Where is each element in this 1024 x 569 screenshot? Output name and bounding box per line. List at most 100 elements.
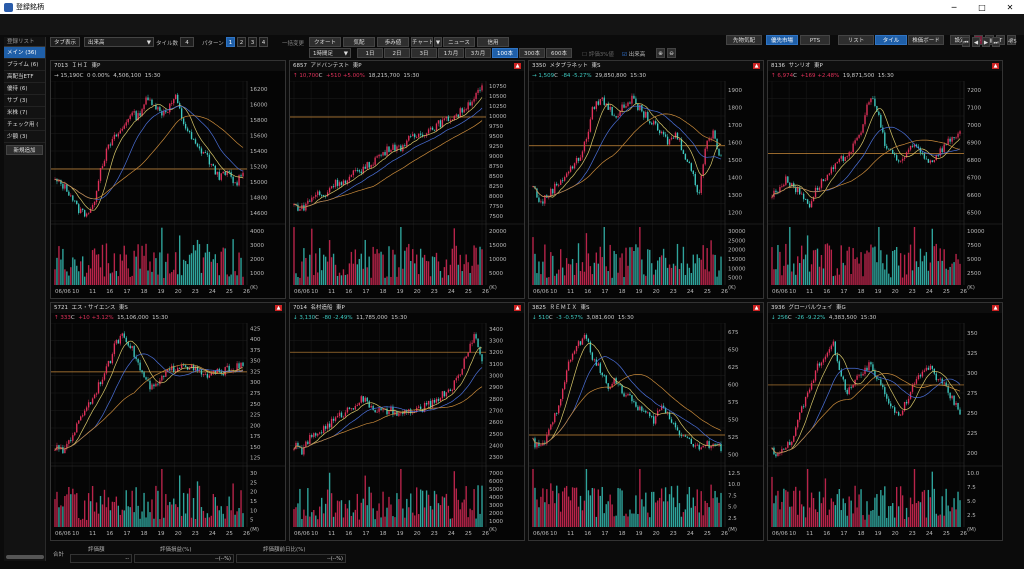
- alert-icon[interactable]: ▲: [753, 305, 760, 311]
- ita-button[interactable]: 気配: [343, 37, 375, 47]
- volume-bar: [773, 269, 775, 285]
- candlestick-chart[interactable]: 1620016000158001560015400152001500014800…: [51, 81, 285, 298]
- view-board-button[interactable]: 株価ボード: [908, 35, 944, 45]
- period-600-button[interactable]: 600本: [546, 48, 572, 58]
- volume-bar: [72, 488, 74, 527]
- sidebar-item-yutai[interactable]: 優待 (6): [4, 83, 45, 95]
- volume-checkbox[interactable]: ☑ 出来高: [622, 50, 645, 58]
- candle-body: [317, 433, 319, 436]
- volume-bar: [402, 268, 404, 285]
- chart-button[interactable]: チャート: [411, 37, 433, 47]
- sidebar-item-sub[interactable]: サブ (3): [4, 95, 45, 107]
- volume-bar: [380, 251, 382, 285]
- pattern-1-button[interactable]: 1: [226, 37, 235, 47]
- candle-body: [101, 379, 104, 385]
- candle-body: [449, 120, 452, 122]
- pattern-label: パターン: [202, 41, 224, 47]
- period-2d-button[interactable]: 2日: [384, 48, 410, 58]
- futures-quote-button[interactable]: 先物気配: [726, 35, 762, 45]
- alert-icon[interactable]: ▲: [514, 305, 521, 311]
- zoom-reset-icon[interactable]: ⊖: [667, 48, 676, 58]
- pts-button[interactable]: PTS: [800, 35, 830, 45]
- news-button[interactable]: ニュース: [443, 37, 475, 47]
- minimize-button[interactable]: ─: [940, 3, 968, 12]
- candle-body: [457, 375, 459, 379]
- sidebar-scrollbar[interactable]: [6, 555, 44, 559]
- stock-tile[interactable]: 6857 アドバンテスト 東P ▲ ↑ 10,700C +510 +5.00% 18…: [289, 60, 525, 299]
- close-button[interactable]: ✕: [996, 3, 1024, 12]
- alert-icon[interactable]: ▲: [992, 305, 999, 311]
- next-page-icon[interactable]: ▶: [982, 37, 990, 47]
- volume-bar: [666, 267, 669, 285]
- tab-display-button[interactable]: タブ表示: [50, 37, 80, 47]
- credit-button[interactable]: 信用: [477, 37, 509, 47]
- view-tile-button[interactable]: タイル: [875, 35, 907, 45]
- candle-body: [226, 365, 228, 368]
- candle-body: [579, 341, 582, 345]
- first-page-icon[interactable]: ⏮: [962, 37, 970, 47]
- volume-axis-tick: 7.5: [728, 493, 737, 499]
- period-1d-button[interactable]: 1日: [357, 48, 383, 58]
- tile-count-select[interactable]: 4: [180, 37, 194, 47]
- stock-tile[interactable]: 5721 エス・サイエンス 東S ▲ ↑ 333C +10 +3.12% 15,10…: [50, 302, 286, 541]
- sidebar-item-check[interactable]: チェック用 (: [4, 119, 45, 131]
- prev-page-icon[interactable]: ◀: [972, 37, 980, 47]
- candle-body: [625, 395, 627, 397]
- sort-select[interactable]: 出来高 ▼: [84, 37, 154, 47]
- last-page-icon[interactable]: ⏭: [992, 37, 1000, 47]
- candlestick-chart[interactable]: 35032530027525022520010.07.55.02.5(M)06/…: [768, 323, 1002, 540]
- candlestick-chart[interactable]: 3400330032003100300029002800270026002500…: [290, 323, 524, 540]
- candlestick-chart[interactable]: 7200710070006900680067006600650010000750…: [768, 81, 1002, 298]
- volume-bar: [820, 503, 823, 527]
- priority-market-button[interactable]: 優先市場: [766, 35, 798, 45]
- quote-button[interactable]: クオート: [309, 37, 341, 47]
- maximize-button[interactable]: □: [968, 3, 996, 12]
- period-100-button[interactable]: 100本: [492, 48, 518, 58]
- alert-icon[interactable]: ▲: [514, 63, 521, 69]
- sidebar-item-high-dividend-etf[interactable]: 高配当ETF: [4, 71, 45, 83]
- stock-tile[interactable]: 3825 ＲＥＭＩＸ 東S ▲ ↓ 510C -3 -0.57% 3,081,600…: [528, 302, 764, 541]
- alert-icon[interactable]: ▲: [992, 63, 999, 69]
- volume-axis-tick: 1000: [250, 271, 264, 277]
- period-3d-button[interactable]: 3日: [411, 48, 437, 58]
- candle-body: [907, 398, 910, 404]
- alert-icon[interactable]: ▲: [753, 63, 760, 69]
- sidebar-item-main[interactable]: メイン (36): [4, 47, 45, 59]
- volume-bar: [591, 487, 594, 527]
- sidebar-item-us-stocks[interactable]: 米株 (7): [4, 107, 45, 119]
- alert-icon[interactable]: ▲: [275, 305, 282, 311]
- volume-axis-tick: (K): [728, 285, 736, 291]
- candle-body: [475, 334, 477, 339]
- period-1m-button[interactable]: 1カ月: [438, 48, 464, 58]
- add-list-button[interactable]: 新規追加: [6, 145, 43, 155]
- view-list-button[interactable]: リスト: [838, 35, 874, 45]
- pattern-4-button[interactable]: 4: [259, 37, 268, 47]
- ma-checkbox[interactable]: ☐ 評価3%値: [582, 50, 614, 58]
- volume-bar: [870, 244, 872, 285]
- stock-tile[interactable]: 7014 名村造船 東P ▲ ↓ 3,130C -80 -2.49% 11,785,…: [289, 302, 525, 541]
- pattern-3-button[interactable]: 3: [248, 37, 257, 47]
- interval-select[interactable]: 1時間足 ▼: [309, 48, 351, 58]
- period-300-button[interactable]: 300本: [519, 48, 545, 58]
- sidebar-item-prime[interactable]: プライム (6): [4, 59, 45, 71]
- candle-body: [155, 383, 157, 387]
- candlestick-chart[interactable]: 4254003753503253002752502252001751501253…: [51, 323, 285, 540]
- ayumi-button[interactable]: 歩み値: [377, 37, 409, 47]
- chart-dropdown-icon[interactable]: ▼: [434, 37, 442, 47]
- sidebar-item-small[interactable]: 少額 (3): [4, 131, 45, 143]
- candle-body: [433, 129, 436, 131]
- period-3m-button[interactable]: 3カ月: [465, 48, 491, 58]
- stock-tile[interactable]: 7013 ＩＨＩ 東P → 15,190C 0 0.00% 4,506,100 1…: [50, 60, 286, 299]
- candlestick-chart[interactable]: 67565062560057555052550012.510.07.55.02.…: [529, 323, 763, 540]
- candlestick-chart[interactable]: 1075010500102501000097509500925090008750…: [290, 81, 524, 298]
- stock-tile[interactable]: 8136 サンリオ 東P ▲ ↑ 6,974C +169 +2.48% 19,871…: [767, 60, 1003, 299]
- pattern-2-button[interactable]: 2: [237, 37, 246, 47]
- zoom-in-icon[interactable]: ⊕: [656, 48, 665, 58]
- volume-axis-tick: 7000: [489, 471, 503, 477]
- stock-tile[interactable]: 3350 メタプラネット 東S ▲ → 1,509C -84 -5.27% 29,8…: [528, 60, 764, 299]
- stock-tile[interactable]: 3936 グローバルウェイ 東G ▲ ↓ 256C -26 -9.22% 4,383…: [767, 302, 1003, 541]
- volume-bar: [62, 506, 64, 527]
- candlestick-chart[interactable]: 1900180017001600150014001300120030000250…: [529, 81, 763, 298]
- volume-bar: [583, 271, 586, 285]
- candle-body: [651, 123, 653, 125]
